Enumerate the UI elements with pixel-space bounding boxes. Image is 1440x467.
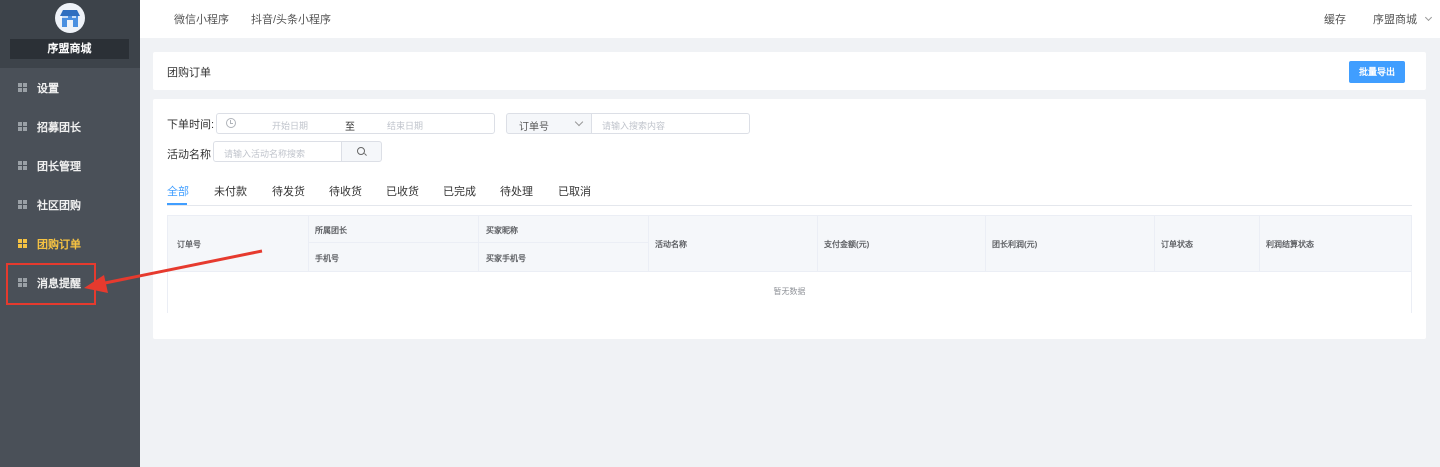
annotation-arrow-icon — [84, 249, 263, 293]
